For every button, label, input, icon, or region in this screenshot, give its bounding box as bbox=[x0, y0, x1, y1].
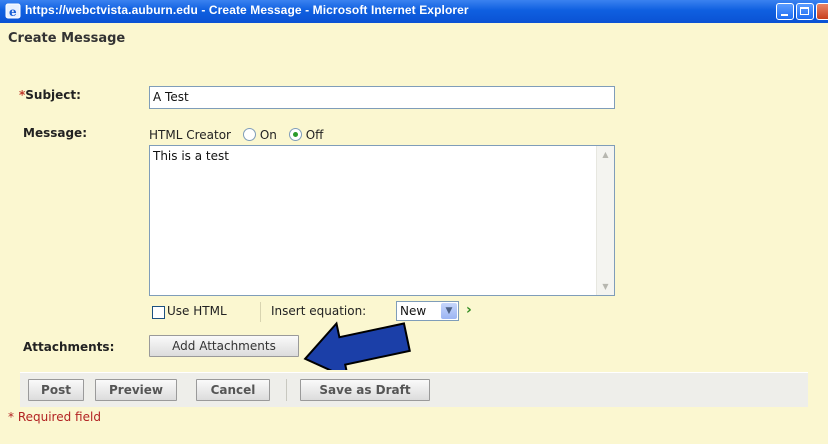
toolbar-divider bbox=[260, 302, 261, 322]
html-creator-label: HTML Creator bbox=[149, 128, 231, 142]
message-textarea[interactable]: This is a test ▲ ▼ bbox=[149, 145, 615, 296]
required-field-note: * Required field bbox=[8, 410, 101, 424]
chevron-down-icon[interactable]: ▼ bbox=[441, 303, 457, 319]
html-creator-off-label: Off bbox=[305, 128, 324, 142]
minimize-button[interactable] bbox=[776, 3, 794, 20]
preview-button[interactable]: Preview bbox=[95, 379, 177, 401]
action-bar-divider bbox=[286, 379, 287, 401]
maximize-button[interactable] bbox=[796, 3, 814, 20]
cancel-button[interactable]: Cancel bbox=[196, 379, 270, 401]
post-button[interactable]: Post bbox=[28, 379, 84, 401]
use-html-label: Use HTML bbox=[167, 304, 227, 318]
html-creator-control: HTML Creator On Off bbox=[149, 128, 323, 142]
action-bar: Post Preview Cancel Save as Draft bbox=[20, 372, 808, 407]
message-label: Message: bbox=[23, 126, 87, 140]
message-text: This is a test bbox=[153, 149, 229, 163]
message-scrollbar[interactable]: ▲ ▼ bbox=[596, 146, 614, 295]
close-button[interactable] bbox=[816, 3, 828, 20]
save-as-draft-button[interactable]: Save as Draft bbox=[300, 379, 430, 401]
subject-label-text: Subject: bbox=[25, 88, 81, 102]
subject-input[interactable]: A Test bbox=[149, 86, 615, 109]
scroll-up-icon[interactable]: ▲ bbox=[598, 147, 613, 162]
subject-label: *Subject: bbox=[19, 88, 81, 102]
attachments-label: Attachments: bbox=[23, 340, 115, 354]
svg-text:e: e bbox=[9, 5, 17, 19]
window-titlebar: e https://webctvista.auburn.edu - Create… bbox=[0, 0, 828, 23]
internet-explorer-icon: e bbox=[5, 3, 21, 19]
html-creator-on-radio[interactable] bbox=[242, 128, 256, 141]
window-title: https://webctvista.auburn.edu - Create M… bbox=[25, 3, 469, 17]
pointer-arrow-icon bbox=[303, 321, 411, 370]
add-attachments-button[interactable]: Add Attachments bbox=[149, 335, 299, 357]
page-title: Create Message bbox=[8, 31, 126, 46]
html-creator-off-radio[interactable] bbox=[288, 128, 302, 141]
html-creator-on-label: On bbox=[259, 128, 277, 142]
scroll-down-icon[interactable]: ▼ bbox=[598, 279, 613, 294]
go-arrow-icon[interactable]: › bbox=[466, 302, 472, 318]
use-html-checkbox[interactable] bbox=[152, 306, 165, 319]
